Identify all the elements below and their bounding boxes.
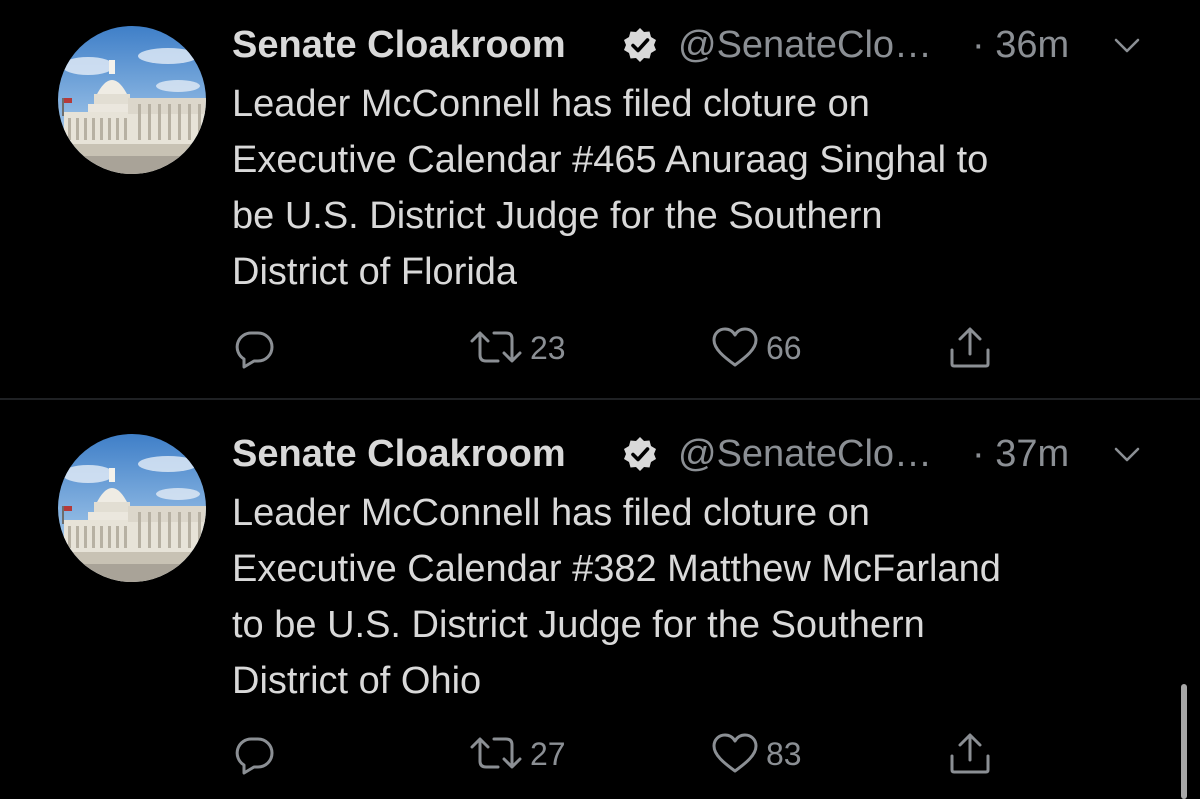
verified-badge-icon (624, 437, 656, 471)
user-handle[interactable]: @SenateClo… (678, 429, 932, 479)
verified-badge-icon (624, 28, 656, 62)
tweet[interactable]: Senate Cloakroom @SenateClo… · 36m Leade… (0, 0, 1200, 400)
reply-icon (235, 737, 274, 775)
retweet-count: 27 (530, 735, 566, 772)
retweet-icon (470, 737, 522, 769)
display-name[interactable]: Senate Cloakroom (232, 20, 566, 70)
retweet-button[interactable]: 23 (468, 320, 566, 376)
reply-button[interactable] (232, 320, 278, 376)
like-count: 66 (766, 329, 802, 366)
reply-icon (235, 331, 274, 369)
timestamp[interactable]: · 36m (972, 20, 1069, 70)
tweet[interactable]: Senate Cloakroom @SenateClo… · 37m Leade… (0, 400, 1200, 798)
retweet-icon (470, 331, 522, 363)
avatar[interactable] (58, 434, 206, 582)
share-button[interactable] (946, 726, 994, 782)
tweet-actions: 23 66 (232, 320, 1032, 376)
chevron-down-icon[interactable] (1112, 34, 1142, 58)
timestamp[interactable]: · 37m (972, 429, 1069, 479)
heart-icon (712, 327, 758, 367)
tweet-actions: 27 83 (232, 726, 1032, 782)
retweet-button[interactable]: 27 (468, 726, 566, 782)
capitol-building-avatar (58, 434, 206, 582)
heart-icon (712, 733, 758, 773)
like-button[interactable]: 66 (710, 320, 802, 376)
like-button[interactable]: 83 (710, 726, 802, 782)
tweet-text: Leader McConnell has filed cloture on Ex… (232, 492, 1001, 702)
share-icon (950, 733, 990, 774)
scrollbar[interactable] (1181, 684, 1187, 799)
user-handle[interactable]: @SenateClo… (678, 20, 932, 70)
tweet-text: Leader McConnell has filed cloture on Ex… (232, 83, 989, 293)
tweet-header: Senate Cloakroom @SenateClo… · 36m (232, 20, 1172, 70)
share-icon (950, 327, 990, 368)
reply-button[interactable] (232, 726, 278, 782)
like-count: 83 (766, 735, 802, 772)
capitol-building-avatar (58, 26, 206, 174)
share-button[interactable] (946, 320, 994, 376)
display-name[interactable]: Senate Cloakroom (232, 429, 566, 479)
avatar[interactable] (58, 26, 206, 174)
retweet-count: 23 (530, 329, 566, 366)
chevron-down-icon[interactable] (1112, 443, 1142, 467)
tweet-header: Senate Cloakroom @SenateClo… · 37m (232, 429, 1172, 479)
